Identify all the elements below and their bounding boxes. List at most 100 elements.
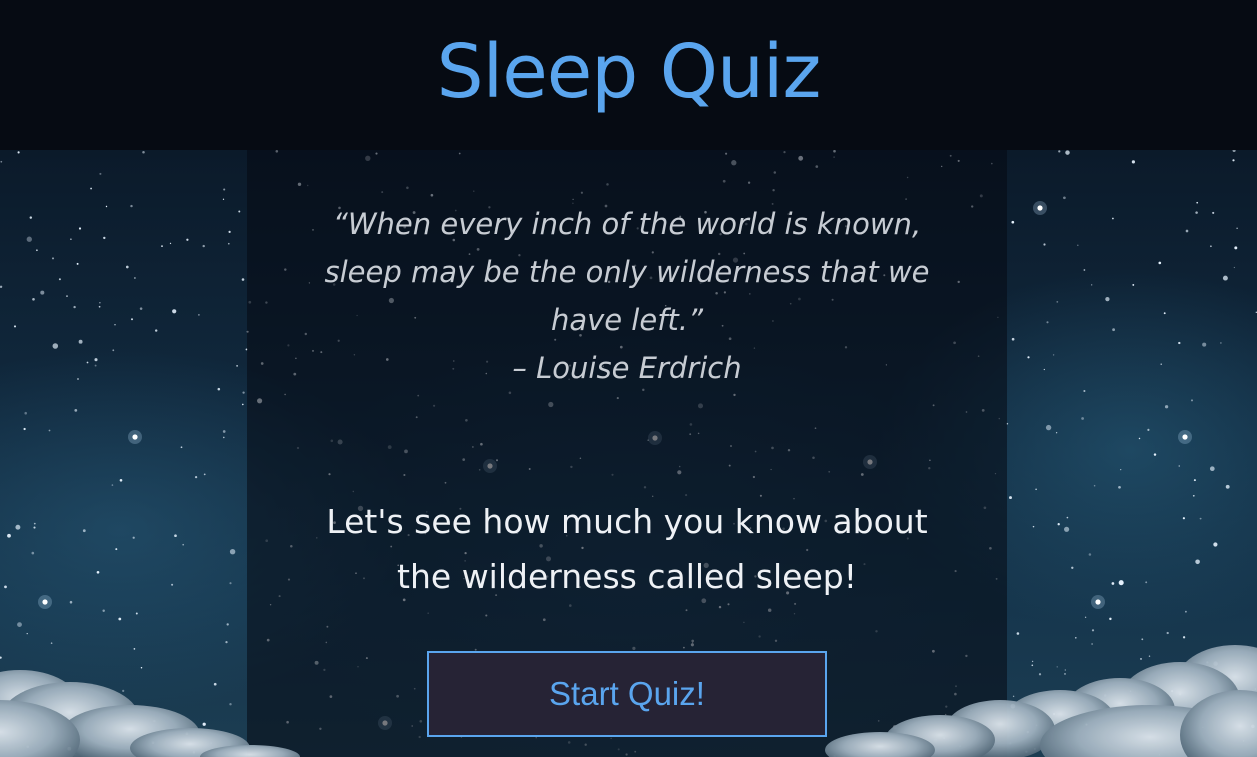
star [182,543,185,546]
star [1043,243,1046,246]
star [1233,266,1236,269]
star [1206,661,1209,664]
star [1057,523,1060,526]
quote: “When every inch of the world is known, … [247,200,1007,392]
star [1220,342,1222,344]
star [1212,211,1215,214]
star [1118,580,1124,586]
bright-star [1095,599,1101,605]
star [1091,284,1093,286]
star [103,236,106,240]
star [1196,201,1199,204]
star [1063,196,1066,200]
star [33,522,36,525]
star [1053,713,1055,715]
star [1088,553,1092,556]
bright-star [132,434,138,440]
intro-line: the wilderness called sleep! [397,557,857,596]
star [1160,363,1162,365]
star [1191,399,1193,402]
star [133,648,136,650]
star [29,216,33,219]
star [1236,227,1238,229]
star [192,751,196,754]
star [1064,673,1066,675]
star [229,548,236,555]
star [105,205,108,208]
star [31,551,35,555]
star [1202,726,1204,728]
star [169,242,172,245]
star [1249,647,1251,650]
star [15,524,21,530]
star [1147,428,1150,431]
star [132,536,135,539]
star [77,378,79,380]
star [153,719,156,723]
star [1222,275,1228,281]
star [1129,690,1132,692]
star [40,290,45,295]
star [94,358,98,362]
star [1131,160,1135,164]
star [226,623,229,626]
star [1105,296,1110,302]
star [241,403,244,406]
bright-star [42,599,48,605]
star [1193,479,1196,482]
star [1025,750,1028,754]
star [1035,724,1038,727]
star [1234,246,1238,250]
star [194,475,198,479]
quote-line: “When every inch of the world is known, [332,207,922,241]
star [74,409,78,412]
star [1066,516,1069,519]
star [76,262,79,265]
star [1083,269,1086,271]
star [82,529,86,533]
star [1179,693,1182,696]
star [1016,632,1020,635]
star [26,745,30,749]
star [1031,664,1034,667]
star [1009,496,1012,500]
star [1195,559,1200,565]
star [111,484,114,486]
start-quiz-button[interactable]: Start Quiz! [427,651,827,737]
star [1209,466,1215,472]
star [98,305,101,308]
star [228,230,231,234]
star [1077,244,1079,247]
star [73,305,76,309]
star [213,682,217,686]
star [50,642,53,644]
star [222,198,225,200]
star [78,339,83,344]
star [1033,747,1036,751]
star [1010,703,1016,709]
star [1166,631,1169,635]
star [1118,485,1121,489]
star [1109,617,1112,621]
star [1153,453,1157,456]
star [1140,657,1142,660]
star [24,411,27,415]
star [161,245,163,247]
star [1199,517,1202,520]
star [202,722,206,726]
star [130,204,133,208]
quote-author: – Louise Erdrich [512,351,742,385]
star [1043,368,1045,371]
star [1056,666,1058,668]
star [236,364,239,367]
star [155,329,158,332]
star [23,427,26,431]
star [112,349,115,352]
star [1145,581,1148,584]
star [1009,742,1012,745]
star [1012,695,1015,698]
star [1210,245,1212,248]
star [202,244,205,248]
star [1074,636,1077,639]
star [1195,211,1198,214]
